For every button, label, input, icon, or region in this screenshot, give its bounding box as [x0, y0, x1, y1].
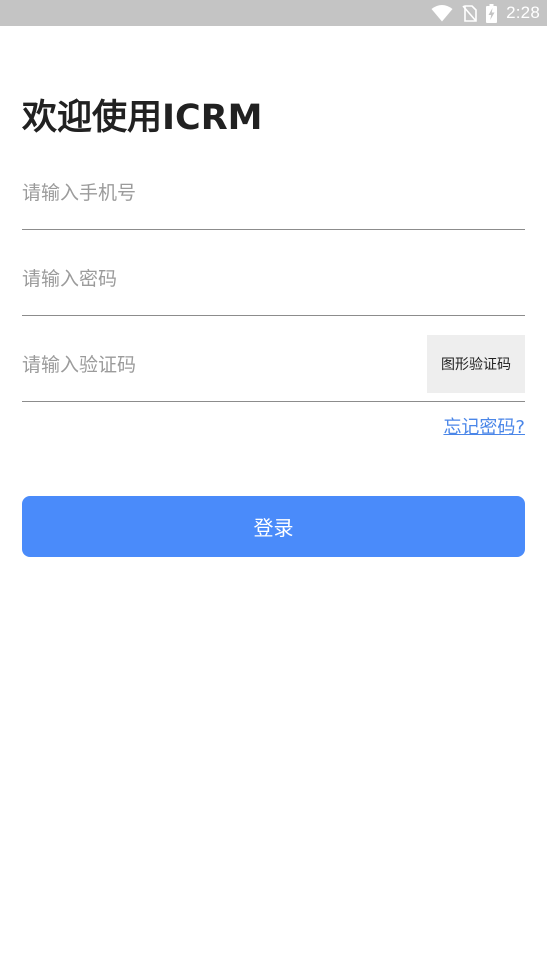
forgot-password-link[interactable]: 忘记密码? [443, 416, 525, 440]
wifi-icon [431, 4, 453, 22]
phone-input[interactable] [22, 179, 402, 207]
battery-charging-icon [486, 3, 498, 23]
password-field [22, 265, 525, 316]
captcha-input[interactable] [22, 351, 402, 379]
captcha-image[interactable]: 图形验证码 [427, 335, 525, 393]
login-button[interactable]: 登录 [22, 496, 525, 557]
page-title: 欢迎使用ICRM [22, 98, 263, 138]
password-input[interactable] [22, 265, 402, 293]
status-bar: 2:28 [0, 0, 547, 26]
phone-field [22, 179, 525, 230]
status-time: 2:28 [506, 3, 540, 22]
status-icons: 2:28 [431, 0, 540, 26]
no-sim-icon [462, 4, 477, 22]
